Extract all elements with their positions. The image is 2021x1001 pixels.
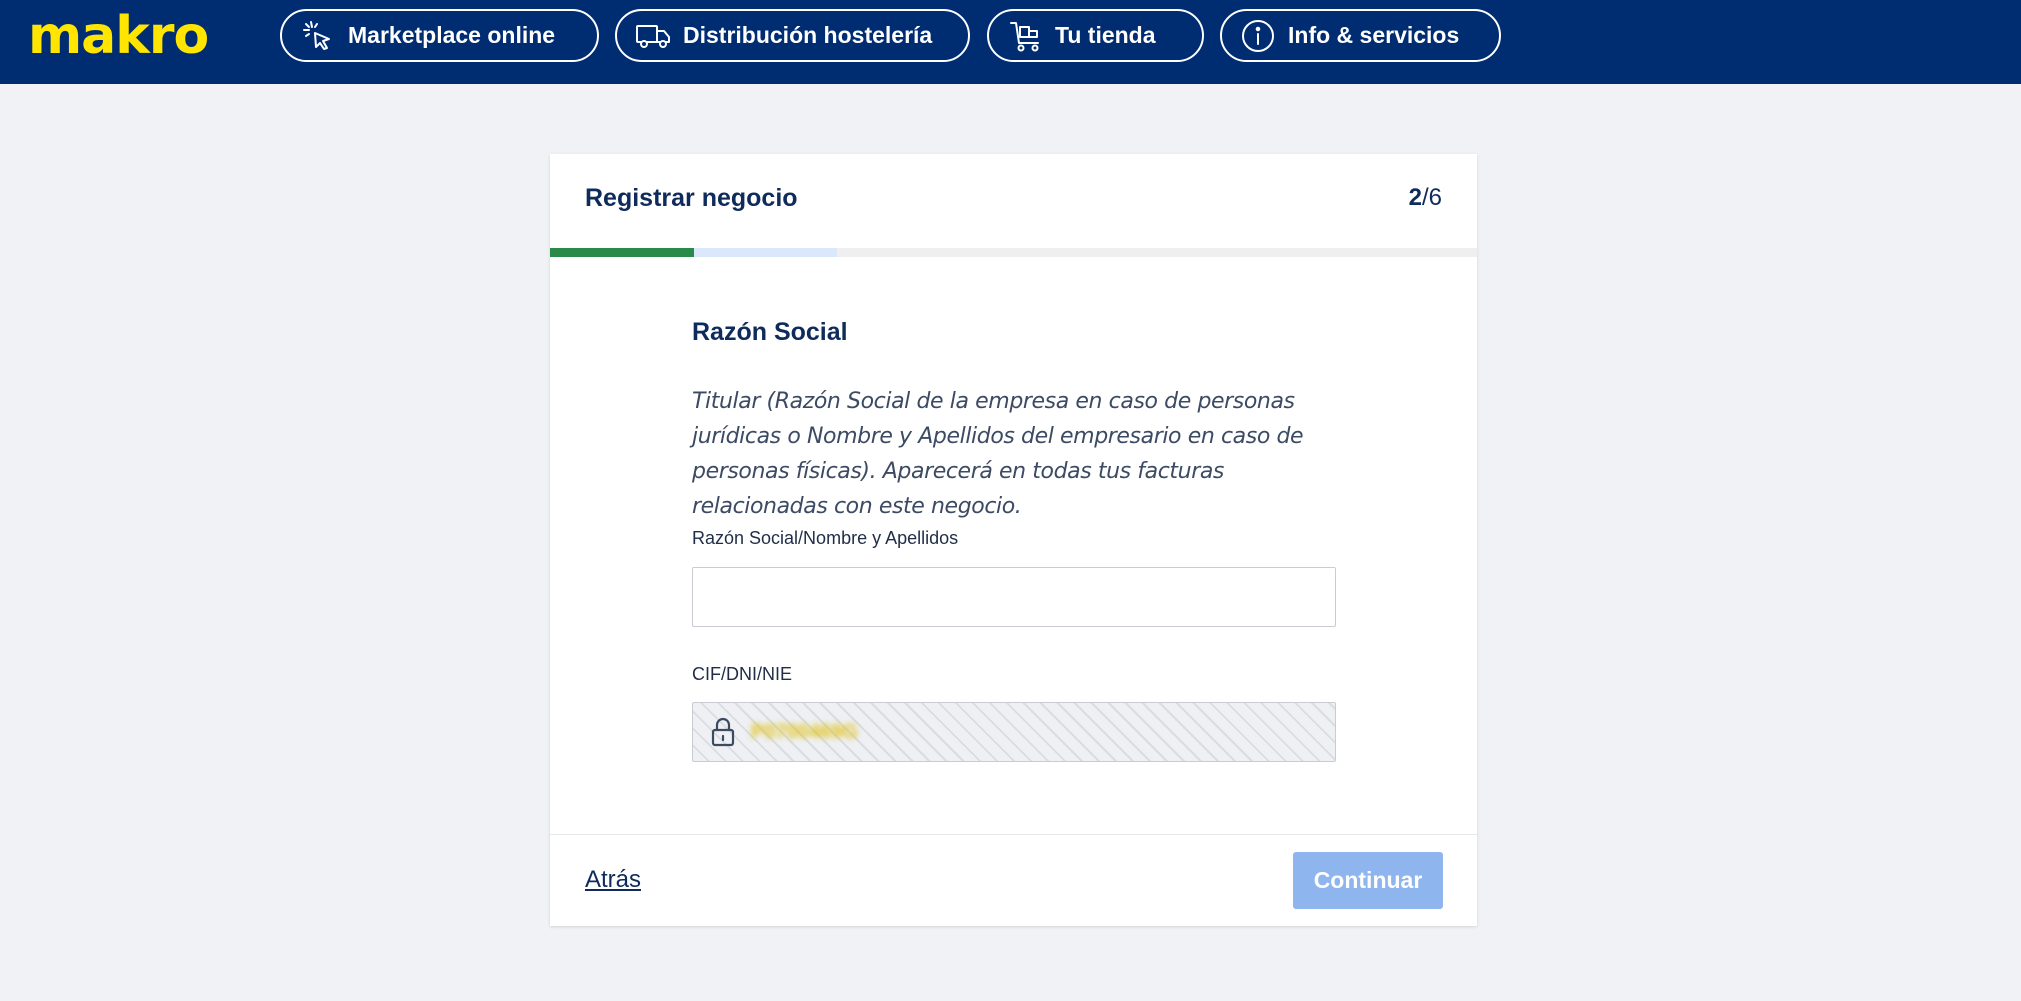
cif-locked-field: P0700469G [692, 702, 1336, 762]
nav-info-servicios[interactable]: Info & servicios [1220, 9, 1501, 62]
lock-icon [709, 716, 737, 748]
continue-button[interactable]: Continuar [1293, 852, 1443, 909]
card-title: Registrar negocio [585, 184, 798, 212]
cif-value: P0700469G [751, 720, 858, 743]
nav-label: Marketplace online [348, 22, 556, 48]
nav-label: Distribución hostelería [683, 22, 933, 48]
step-total: /6 [1421, 184, 1442, 211]
back-link[interactable]: Atrás [585, 866, 641, 894]
nav-tu-tienda[interactable]: Tu tienda [987, 9, 1204, 62]
nav-marketplace-online[interactable]: Marketplace online [280, 9, 599, 62]
razon-social-label: Razón Social/Nombre y Apellidos [692, 528, 959, 548]
registration-card: Registrar negocio 2/6 Razón Social Titul… [550, 154, 1477, 926]
progress-bar [550, 248, 1477, 257]
progress-current-segment [694, 248, 837, 257]
info-icon [1240, 18, 1276, 54]
step-counter: 2/6 [1409, 184, 1442, 212]
step-current: 2 [1408, 184, 1422, 211]
footer-divider [550, 834, 1477, 835]
nav-label: Tu tienda [1055, 22, 1156, 48]
makro-logo[interactable]: makro [28, 6, 209, 66]
nav-distribucion-hosteleria[interactable]: Distribución hostelería [615, 9, 970, 62]
top-navigation-bar: makro Marketplace online Distribución ho… [0, 0, 2021, 84]
section-description: Titular (Razón Social de la empresa en c… [692, 389, 1304, 519]
progress-done-segment [550, 248, 694, 257]
section-title: Razón Social [692, 318, 848, 346]
nav-label: Info & servicios [1288, 22, 1460, 48]
cif-label: CIF/DNI/NIE [692, 664, 793, 684]
truck-icon [635, 18, 671, 54]
razon-social-input[interactable] [692, 567, 1336, 627]
cart-icon [1007, 18, 1043, 54]
cursor-click-icon [300, 18, 336, 54]
